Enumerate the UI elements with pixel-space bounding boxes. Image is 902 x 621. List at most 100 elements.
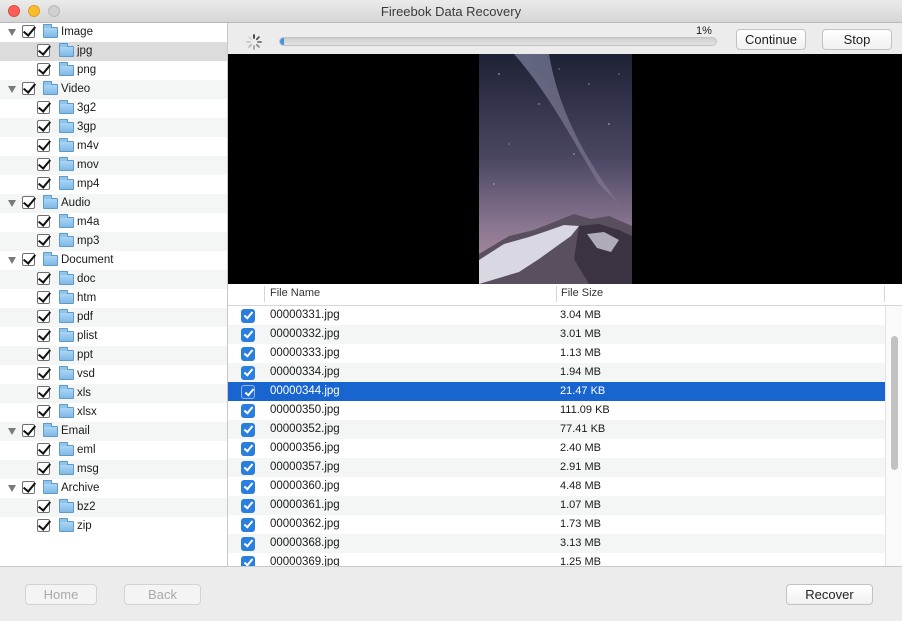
row-checkbox[interactable]: [241, 366, 255, 380]
tree-item-m4a[interactable]: m4a: [0, 213, 227, 232]
checkbox-m4v[interactable]: [37, 139, 50, 152]
checkbox-msg[interactable]: [37, 462, 50, 475]
tree-item-zip[interactable]: zip: [0, 517, 227, 536]
row-checkbox[interactable]: [241, 347, 255, 361]
table-row[interactable]: 00000350.jpg 111.09 KB: [228, 401, 885, 420]
checkbox-audio[interactable]: [22, 196, 35, 209]
table-row[interactable]: 00000334.jpg 1.94 MB: [228, 363, 885, 382]
disclosure-triangle-icon[interactable]: [8, 428, 16, 435]
checkbox-image[interactable]: [22, 25, 35, 38]
table-row[interactable]: 00000369.jpg 1.25 MB: [228, 553, 885, 566]
checkbox-xlsx[interactable]: [37, 405, 50, 418]
checkbox-xls[interactable]: [37, 386, 50, 399]
disclosure-triangle-icon[interactable]: [8, 257, 16, 264]
tree-item-htm[interactable]: htm: [0, 289, 227, 308]
tree-item-msg[interactable]: msg: [0, 460, 227, 479]
home-button[interactable]: Home: [25, 584, 97, 605]
checkbox-zip[interactable]: [37, 519, 50, 532]
folder-icon: [59, 328, 74, 342]
table-row[interactable]: 00000333.jpg 1.13 MB: [228, 344, 885, 363]
tree-item-plist[interactable]: plist: [0, 327, 227, 346]
checkbox-eml[interactable]: [37, 443, 50, 456]
tree-item-3g2[interactable]: 3g2: [0, 99, 227, 118]
tree-item-eml[interactable]: eml: [0, 441, 227, 460]
disclosure-triangle-icon[interactable]: [8, 86, 16, 93]
row-checkbox[interactable]: [241, 423, 255, 437]
checkbox-pdf[interactable]: [37, 310, 50, 323]
tree-item-vsd[interactable]: vsd: [0, 365, 227, 384]
table-row[interactable]: 00000360.jpg 4.48 MB: [228, 477, 885, 496]
column-header-file-name[interactable]: File Name: [270, 287, 320, 299]
checkbox-3g2[interactable]: [37, 101, 50, 114]
disclosure-triangle-icon[interactable]: [8, 485, 16, 492]
tree-item-pdf[interactable]: pdf: [0, 308, 227, 327]
row-checkbox[interactable]: [241, 480, 255, 494]
stop-button[interactable]: Stop: [822, 29, 892, 50]
table-row[interactable]: 00000352.jpg 77.41 KB: [228, 420, 885, 439]
tree-item-mov[interactable]: mov: [0, 156, 227, 175]
checkbox-png[interactable]: [37, 63, 50, 76]
tree-group-email[interactable]: Email: [0, 422, 227, 441]
table-row[interactable]: 00000332.jpg 3.01 MB: [228, 325, 885, 344]
tree-item-mp3[interactable]: mp3: [0, 232, 227, 251]
checkbox-m4a[interactable]: [37, 215, 50, 228]
checkbox-doc[interactable]: [37, 272, 50, 285]
tree-item-ppt[interactable]: ppt: [0, 346, 227, 365]
tree-item-png[interactable]: png: [0, 61, 227, 80]
checkbox-document[interactable]: [22, 253, 35, 266]
tree-group-audio[interactable]: Audio: [0, 194, 227, 213]
row-checkbox[interactable]: [241, 537, 255, 551]
tree-item-mp4[interactable]: mp4: [0, 175, 227, 194]
table-row-selected[interactable]: 00000344.jpg 21.47 KB: [228, 382, 885, 401]
continue-button[interactable]: Continue: [736, 29, 806, 50]
checkbox-archive[interactable]: [22, 481, 35, 494]
tree-group-archive[interactable]: Archive: [0, 479, 227, 498]
tree-item-m4v[interactable]: m4v: [0, 137, 227, 156]
disclosure-triangle-icon[interactable]: [8, 29, 16, 36]
back-button[interactable]: Back: [124, 584, 201, 605]
row-checkbox[interactable]: [241, 442, 255, 456]
checkbox-3gp[interactable]: [37, 120, 50, 133]
table-row[interactable]: 00000361.jpg 1.07 MB: [228, 496, 885, 515]
recover-button[interactable]: Recover: [786, 584, 873, 605]
file-size: 77.41 KB: [560, 423, 606, 435]
row-checkbox[interactable]: [241, 404, 255, 418]
tree-item-xls[interactable]: xls: [0, 384, 227, 403]
tree-item-bz2[interactable]: bz2: [0, 498, 227, 517]
row-checkbox[interactable]: [241, 385, 255, 399]
checkbox-plist[interactable]: [37, 329, 50, 342]
tree-group-image[interactable]: Image: [0, 23, 227, 42]
tree-item-jpg[interactable]: jpg: [0, 42, 227, 61]
row-checkbox[interactable]: [241, 461, 255, 475]
checkbox-bz2[interactable]: [37, 500, 50, 513]
table-row[interactable]: 00000368.jpg 3.13 MB: [228, 534, 885, 553]
checkbox-mov[interactable]: [37, 158, 50, 171]
row-checkbox[interactable]: [241, 309, 255, 323]
checkbox-jpg[interactable]: [37, 44, 50, 57]
tree-group-document[interactable]: Document: [0, 251, 227, 270]
checkbox-mp4[interactable]: [37, 177, 50, 190]
row-checkbox[interactable]: [241, 556, 255, 566]
table-row[interactable]: 00000362.jpg 1.73 MB: [228, 515, 885, 534]
row-checkbox[interactable]: [241, 328, 255, 342]
checkbox-ppt[interactable]: [37, 348, 50, 361]
tree-item-xlsx[interactable]: xlsx: [0, 403, 227, 422]
checkbox-email[interactable]: [22, 424, 35, 437]
checkbox-vsd[interactable]: [37, 367, 50, 380]
table-row[interactable]: 00000331.jpg 3.04 MB: [228, 306, 885, 325]
tree-group-video[interactable]: Video: [0, 80, 227, 99]
vertical-scrollbar[interactable]: [885, 306, 902, 566]
checkbox-video[interactable]: [22, 82, 35, 95]
checkbox-htm[interactable]: [37, 291, 50, 304]
loading-spinner-icon: [246, 34, 262, 50]
checkbox-mp3[interactable]: [37, 234, 50, 247]
table-row[interactable]: 00000356.jpg 2.40 MB: [228, 439, 885, 458]
row-checkbox[interactable]: [241, 518, 255, 532]
row-checkbox[interactable]: [241, 499, 255, 513]
column-header-file-size[interactable]: File Size: [561, 287, 603, 299]
tree-item-doc[interactable]: doc: [0, 270, 227, 289]
tree-item-3gp[interactable]: 3gp: [0, 118, 227, 137]
disclosure-triangle-icon[interactable]: [8, 200, 16, 207]
table-row[interactable]: 00000357.jpg 2.91 MB: [228, 458, 885, 477]
scrollbar-thumb[interactable]: [891, 336, 898, 470]
